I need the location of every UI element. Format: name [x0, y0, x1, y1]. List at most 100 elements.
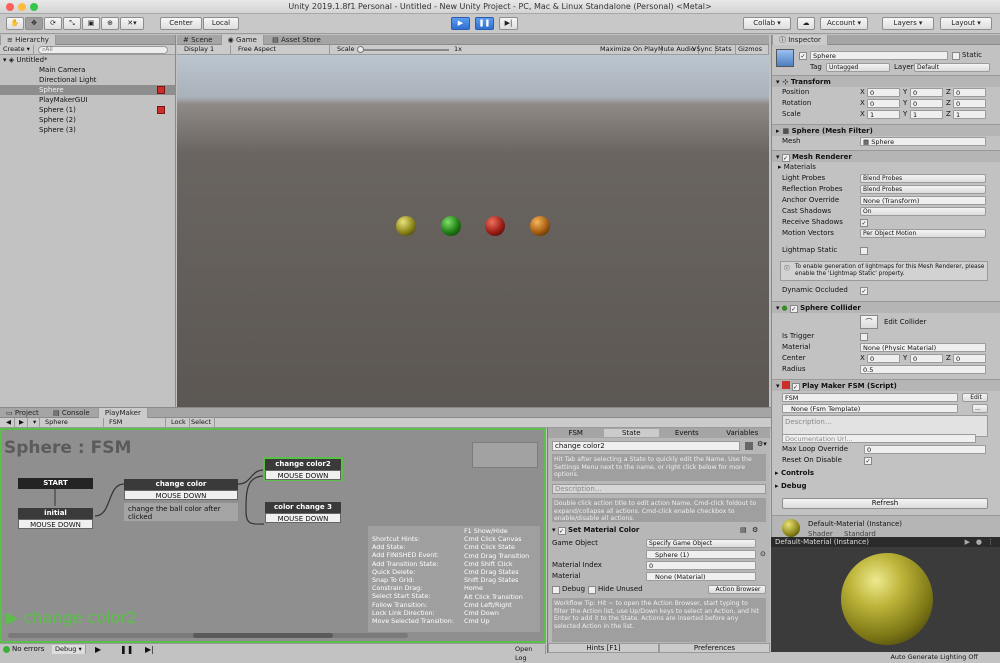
aspect-dropdown[interactable]: Free Aspect	[235, 45, 330, 54]
close-window-button[interactable]	[6, 3, 14, 11]
position-z-field[interactable]: 0	[953, 88, 986, 97]
max-loop-field[interactable]: 0	[864, 445, 986, 454]
light-probes-dropdown[interactable]: Blend Probes	[860, 174, 986, 183]
controls-foldout[interactable]: ▸ Controls	[775, 468, 814, 479]
lock-button[interactable]: Lock	[168, 418, 190, 427]
motion-vectors-dropdown[interactable]: Per Object Motion	[860, 229, 986, 238]
state-change-color-title[interactable]: change color	[124, 479, 238, 490]
refresh-button[interactable]: Refresh	[782, 498, 988, 509]
tab-console[interactable]: ▤ Console	[47, 408, 96, 418]
tab-game[interactable]: ◉ Game	[220, 35, 264, 45]
playmaker-fsm-icon[interactable]	[157, 86, 165, 94]
hierarchy-item-sphere-2[interactable]: Sphere (2)	[0, 115, 175, 125]
debug-pause-icon[interactable]: ❚❚	[120, 645, 133, 654]
layout-dropdown[interactable]: Layout ▾	[940, 17, 992, 30]
move-tool-button[interactable]: ✥	[25, 17, 43, 30]
hierarchy-item-sphere-3[interactable]: Sphere (3)	[0, 125, 175, 135]
radius-field[interactable]: 0.5	[860, 365, 986, 374]
open-log-button[interactable]: Open Log	[512, 645, 546, 662]
space-toggle[interactable]: Local	[203, 17, 239, 30]
hierarchy-item-playmakergui[interactable]: PlayMakerGUI	[0, 95, 175, 105]
material-preview-sphere[interactable]	[841, 553, 933, 645]
scale-slider[interactable]	[357, 49, 449, 51]
rect-tool-button[interactable]: ▣	[82, 17, 100, 30]
fsm-template-more-button[interactable]: ...	[972, 404, 988, 413]
is-trigger-checkbox[interactable]	[860, 333, 868, 341]
scale-z-field[interactable]: 1	[953, 110, 986, 119]
minimize-window-button[interactable]	[18, 3, 26, 11]
rotation-z-field[interactable]: 0	[953, 99, 986, 108]
receive-shadows-checkbox[interactable]: ✓	[860, 219, 868, 227]
fsm-template-field[interactable]: None (Fsm Template)	[782, 404, 958, 413]
fsm-enabled-checkbox[interactable]: ✓	[791, 383, 800, 391]
scale-tool-button[interactable]: ⤡	[63, 17, 81, 30]
state-settings-gear-icon[interactable]: ⚙▾	[757, 440, 767, 448]
material-field[interactable]: None (Material)	[646, 572, 756, 581]
account-dropdown[interactable]: Account ▾	[820, 17, 868, 30]
layers-dropdown[interactable]: Layers ▾	[882, 17, 934, 30]
cast-shadows-dropdown[interactable]: On	[860, 207, 986, 216]
dynamic-occluded-checkbox[interactable]: ✓	[860, 287, 868, 295]
display-dropdown[interactable]: Display 1	[181, 45, 231, 54]
mesh-renderer-header[interactable]: ▾ ✓ Mesh Renderer	[772, 150, 1000, 162]
mesh-field[interactable]: ▦ Sphere	[860, 137, 986, 146]
state-change-color-event[interactable]: MOUSE DOWN	[124, 490, 238, 500]
hierarchy-item-sphere-1[interactable]: Sphere (1)	[0, 105, 175, 115]
scale-y-field[interactable]: 1	[910, 110, 943, 119]
hierarchy-search-input[interactable]: ⌕All	[37, 45, 168, 54]
scene-root[interactable]: ▾ ◈ Untitled*	[0, 55, 175, 65]
yellow-sphere[interactable]	[396, 216, 416, 236]
tab-events[interactable]: Events	[659, 429, 715, 437]
state-initial-event[interactable]: MOUSE DOWN	[18, 519, 93, 529]
center-x-field[interactable]: 0	[867, 354, 900, 363]
debug-checkbox[interactable]	[552, 586, 560, 594]
hints-button[interactable]: Hints [F1]	[548, 643, 659, 653]
state-description-field[interactable]: Description...	[552, 484, 766, 494]
mesh-filter-header[interactable]: ▸ ▦ Sphere (Mesh Filter)	[772, 124, 1000, 136]
center-y-field[interactable]: 0	[910, 354, 943, 363]
sphere-collider-header[interactable]: ▾ ● ✓ Sphere Collider	[772, 301, 1000, 313]
hand-tool-button[interactable]: ✋	[6, 17, 24, 30]
anchor-override-field[interactable]: None (Transform)	[860, 196, 986, 205]
collider-enabled-checkbox[interactable]: ✓	[789, 305, 798, 313]
preferences-button[interactable]: Preferences	[659, 643, 770, 653]
material-header[interactable]: Default-Material (Instance) Shader Stand…	[772, 515, 1000, 538]
rotation-y-field[interactable]: 0	[910, 99, 943, 108]
tab-project[interactable]: ▭ Project	[0, 408, 45, 418]
edit-collider-button[interactable]: ⌒	[860, 315, 878, 329]
fsm-edit-button[interactable]: Edit	[962, 393, 988, 402]
reflection-probes-dropdown[interactable]: Blend Probes	[860, 185, 986, 194]
state-name-field[interactable]: change color2	[552, 441, 740, 451]
state-change-color2-title[interactable]: change color2	[265, 459, 341, 470]
cloud-button[interactable]: ☁	[797, 17, 815, 30]
lightmap-static-checkbox[interactable]	[860, 247, 868, 255]
graph-horizontal-scrollbar[interactable]	[8, 633, 408, 638]
green-sphere[interactable]	[441, 216, 461, 236]
hide-unused-checkbox[interactable]	[588, 586, 596, 594]
tab-variables[interactable]: Variables	[715, 429, 771, 437]
collider-material-field[interactable]: None (Physic Material)	[860, 343, 986, 352]
position-x-field[interactable]: 0	[867, 88, 900, 97]
preview-light-icon[interactable]: ●	[976, 537, 982, 547]
fsm-doc-url-field[interactable]: Documentation Url...	[782, 434, 976, 443]
maximize-on-play-toggle[interactable]: Maximize On Play	[597, 45, 662, 54]
preview-menu-icon[interactable]: ⋮	[987, 537, 994, 547]
orange-sphere[interactable]	[530, 216, 550, 236]
gizmos-dropdown[interactable]: Gizmos ▾	[735, 45, 769, 62]
debug-foldout[interactable]: ▸ Debug	[775, 481, 807, 492]
gameobject-active-checkbox[interactable]: ✓	[799, 52, 807, 60]
step-button[interactable]: ▶|	[499, 17, 518, 30]
state-color-change-3-title[interactable]: color change 3	[265, 502, 341, 513]
state-color-change-3-event[interactable]: MOUSE DOWN	[265, 513, 341, 523]
select-button[interactable]: Select	[188, 418, 216, 427]
pause-button[interactable]: ❚❚	[475, 17, 494, 30]
tab-playmaker[interactable]: PlayMaker	[97, 408, 148, 418]
transform-tool-button[interactable]: ⊕	[101, 17, 119, 30]
tab-state[interactable]: State	[603, 429, 659, 437]
game-canvas[interactable]	[177, 55, 769, 407]
tab-scene[interactable]: # Scene	[177, 35, 218, 45]
scale-x-field[interactable]: 1	[867, 110, 900, 119]
action-gear-icon[interactable]: ⚙	[752, 525, 758, 536]
zoom-window-button[interactable]	[30, 3, 38, 11]
state-initial-title[interactable]: initial	[18, 508, 93, 519]
